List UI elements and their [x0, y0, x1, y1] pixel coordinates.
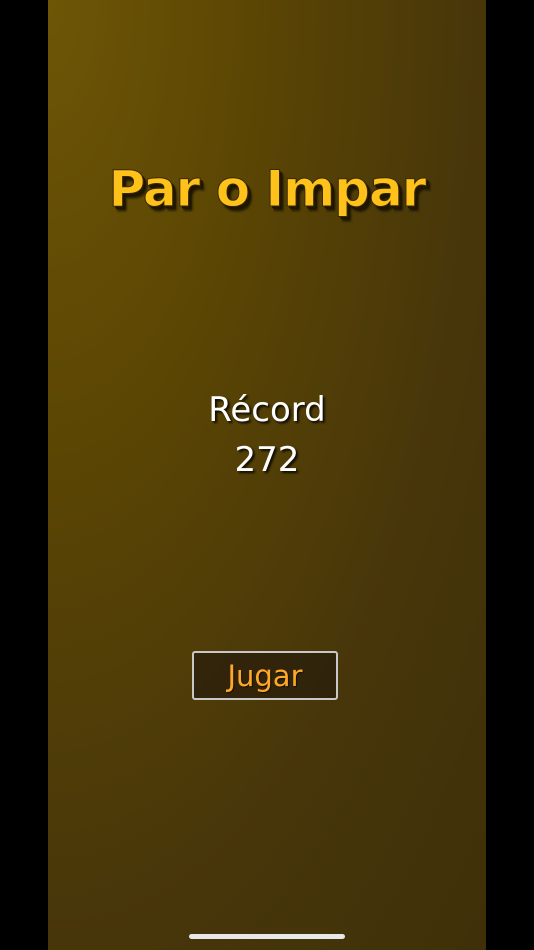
record-value: 272: [234, 440, 300, 480]
play-button-label: Jugar: [227, 658, 303, 693]
play-button[interactable]: Jugar: [192, 651, 338, 700]
app-screen: Par o Impar Récord 272 Jugar: [0, 0, 534, 950]
game-title: Par o Impar: [108, 160, 427, 219]
game-area: Par o Impar Récord 272 Jugar: [48, 0, 486, 950]
home-indicator[interactable]: [189, 934, 345, 939]
record-label: Récord: [208, 390, 326, 430]
